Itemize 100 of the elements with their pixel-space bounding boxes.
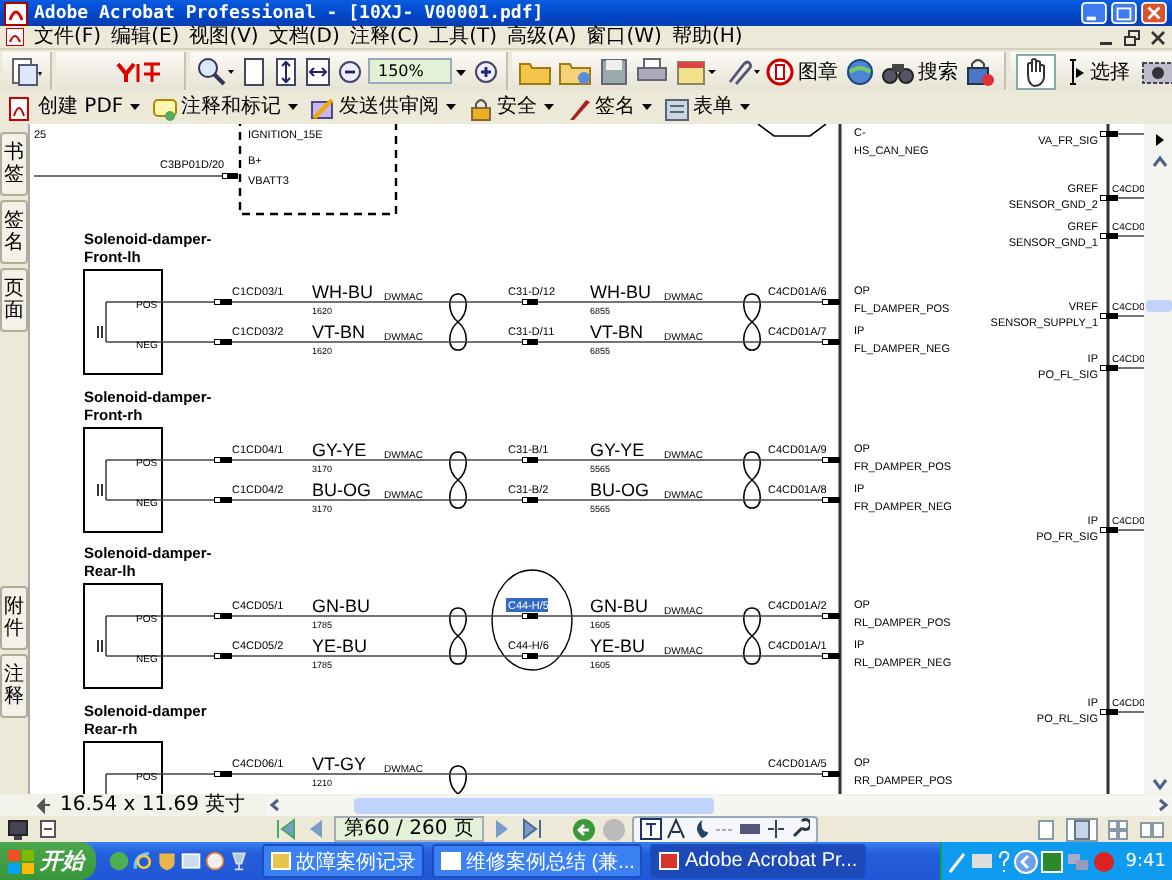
connector-icon: [522, 299, 538, 305]
page-field[interactable]: 第60 / 260 页: [334, 816, 484, 842]
connector-icon: [522, 613, 538, 619]
print-icon[interactable]: [634, 55, 670, 87]
pen-icon[interactable]: [947, 849, 968, 873]
app-icon[interactable]: [1039, 849, 1064, 873]
task-button[interactable]: 发送供审阅: [309, 95, 456, 121]
taskbar-button[interactable]: 维修案例总结 (兼...: [432, 844, 643, 878]
arrow-icon[interactable]: [1151, 132, 1167, 148]
question-icon[interactable]: [995, 849, 1012, 873]
single-page-icon[interactable]: [1032, 817, 1060, 841]
arrow-icon: [36, 797, 52, 813]
panel-tab[interactable]: 注释: [0, 654, 28, 718]
stamp-button[interactable]: 图章: [766, 57, 838, 85]
window-icon[interactable]: [36, 818, 60, 840]
connector-icon: [1100, 527, 1118, 533]
task-button[interactable]: 注释和标记: [151, 95, 298, 121]
fit-height-icon[interactable]: [272, 55, 300, 87]
organizer-icon[interactable]: [674, 55, 718, 87]
window-icon: [658, 850, 681, 872]
text-box-icon[interactable]: [639, 818, 662, 840]
back-icon[interactable]: [571, 817, 596, 841]
task-icon: [663, 95, 690, 121]
wrench-icon[interactable]: [789, 818, 810, 840]
scroll-up-icon[interactable]: [1147, 152, 1171, 172]
connector-icon: [522, 653, 538, 659]
connector-icon: [214, 613, 232, 619]
close-icon[interactable]: [1150, 29, 1166, 45]
globe-icon[interactable]: [842, 55, 878, 87]
menu-item[interactable]: 高级(A): [507, 26, 577, 48]
connector-icon: [822, 457, 840, 463]
wire-color: VT-BN: [590, 322, 644, 342]
shield-icon[interactable]: [156, 848, 178, 874]
globe-icon[interactable]: [204, 848, 226, 874]
split-icon[interactable]: [765, 818, 786, 840]
menu-item[interactable]: 注释(C): [349, 26, 420, 48]
window-icon[interactable]: [180, 848, 202, 874]
caret-icon: [739, 104, 750, 112]
menu-item[interactable]: 视图(V): [189, 26, 259, 48]
panel-tab[interactable]: 页面: [0, 268, 28, 332]
twist-symbol: [448, 765, 468, 794]
vertical-scrollbar[interactable]: [1144, 124, 1172, 794]
solenoid-symbol: [97, 483, 103, 497]
horizontal-scrollbar[interactable]: [265, 795, 1172, 815]
scroll-thumb[interactable]: [353, 797, 714, 813]
caret-icon: [641, 104, 652, 112]
zoom-in-icon[interactable]: [196, 55, 236, 87]
menu-item[interactable]: 工具(T): [429, 26, 498, 48]
panel-tab[interactable]: 书签: [0, 132, 28, 196]
cup-icon[interactable]: [228, 848, 250, 874]
connector-icon: [522, 497, 538, 503]
text-icon[interactable]: [665, 818, 686, 840]
collapse-icon[interactable]: [1013, 849, 1038, 873]
last-page-icon[interactable]: [519, 818, 544, 840]
lock-icon[interactable]: [962, 55, 998, 87]
task-button[interactable]: 签名: [565, 95, 652, 121]
continuous-page-icon[interactable]: [1066, 817, 1098, 841]
caret-icon: [543, 104, 554, 112]
browser-icon[interactable]: [132, 848, 154, 874]
task-button[interactable]: 表单: [663, 95, 750, 121]
task-button[interactable]: 安全: [467, 95, 554, 121]
connector-icon: [1100, 195, 1118, 201]
connector-icon: [214, 771, 232, 777]
save-icon[interactable]: [598, 55, 630, 87]
monitor-icon[interactable]: [6, 818, 30, 840]
scroll-thumb[interactable]: [1146, 300, 1172, 312]
window-icon: [270, 850, 292, 872]
menu-item[interactable]: 文档(D): [268, 26, 340, 48]
zoom-field[interactable]: 150%: [368, 58, 452, 84]
wire-color: BU-OG: [590, 480, 650, 500]
menu-item[interactable]: 编辑(E): [111, 26, 180, 48]
zoom-in-icon[interactable]: [472, 55, 500, 87]
windows-logo-icon: [8, 849, 34, 873]
menu-item[interactable]: 文件(F): [34, 26, 102, 48]
page-icon[interactable]: [240, 55, 268, 87]
connector-icon: [522, 457, 538, 463]
minimize-icon[interactable]: [1080, 2, 1108, 24]
maximize-icon[interactable]: [1110, 2, 1138, 24]
bar-icon[interactable]: [737, 818, 762, 840]
task-button[interactable]: 创建 PDF: [8, 95, 140, 121]
caret-icon: [445, 104, 456, 112]
restore-icon[interactable]: [1124, 29, 1140, 45]
scroll-down-icon[interactable]: [1147, 774, 1171, 794]
connector-icon: [522, 339, 538, 345]
fit-width-icon[interactable]: [304, 55, 332, 87]
window-icon: [440, 850, 462, 872]
taskbar-button[interactable]: 故障案例记录: [262, 844, 424, 878]
hand-tool[interactable]: [1016, 53, 1056, 89]
zoom-out-icon[interactable]: [336, 55, 364, 87]
page-icon[interactable]: [8, 55, 44, 87]
logo-icon[interactable]: [116, 59, 164, 83]
task-icon: [309, 95, 336, 121]
menu-item[interactable]: 帮助(H): [671, 26, 743, 48]
menu-item[interactable]: 窗口(W): [586, 26, 662, 48]
panel-tab[interactable]: 签名: [0, 200, 28, 264]
grid-page-icon[interactable]: [1104, 817, 1132, 841]
facing-page-icon[interactable]: [1138, 817, 1166, 841]
taskbar-button[interactable]: Adobe Acrobat Pr...: [650, 844, 866, 878]
panel-tab[interactable]: 附件: [0, 586, 28, 650]
search-button[interactable]: 搜索: [882, 57, 958, 85]
